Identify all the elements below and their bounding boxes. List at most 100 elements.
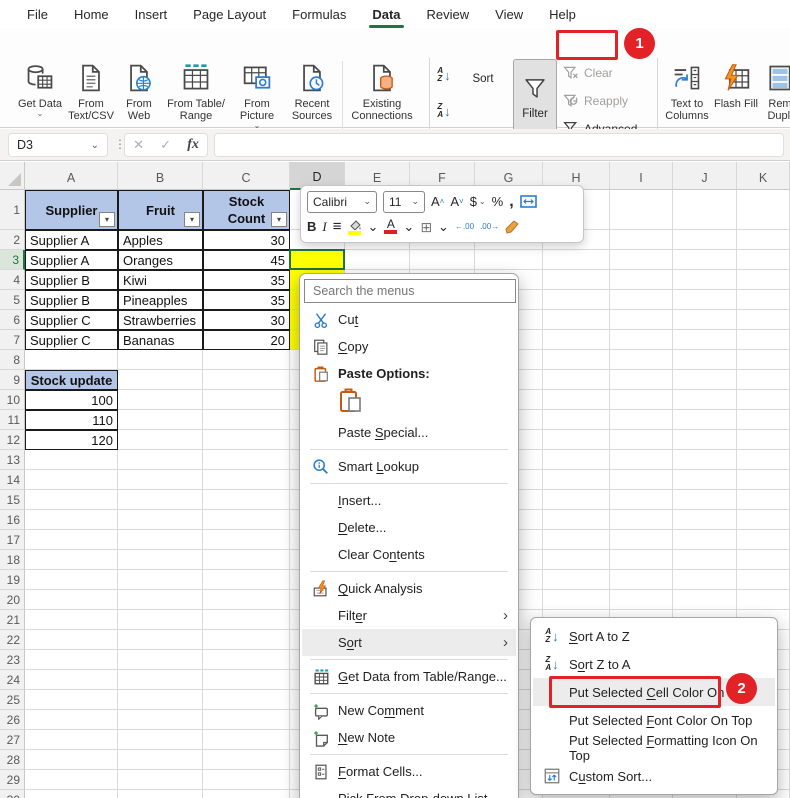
tab-page-layout[interactable]: Page Layout bbox=[180, 0, 279, 28]
cell-H4[interactable] bbox=[543, 270, 610, 290]
from-table-range-button[interactable]: From Table/ Range bbox=[162, 61, 230, 133]
cell-I20[interactable] bbox=[610, 590, 673, 610]
cell-K8[interactable] bbox=[737, 350, 790, 370]
cell-C4[interactable]: 35 bbox=[203, 270, 290, 290]
menu-item-sort[interactable]: Sort › bbox=[302, 629, 516, 656]
cell-J7[interactable] bbox=[673, 330, 737, 350]
cell-B19[interactable] bbox=[118, 570, 203, 590]
cell-C2[interactable]: 30 bbox=[203, 230, 290, 250]
cell-J18[interactable] bbox=[673, 550, 737, 570]
menu-item-delete[interactable]: Delete... bbox=[302, 514, 516, 541]
column-header-A[interactable]: A bbox=[25, 162, 118, 190]
cell-C29[interactable] bbox=[203, 770, 290, 790]
cell-K1[interactable] bbox=[737, 190, 790, 230]
cell-B29[interactable] bbox=[118, 770, 203, 790]
cell-J14[interactable] bbox=[673, 470, 737, 490]
menu-item-insert[interactable]: Insert... bbox=[302, 487, 516, 514]
percent-style-button[interactable]: % bbox=[492, 194, 504, 209]
cell-C21[interactable] bbox=[203, 610, 290, 630]
menu-item-new-comment[interactable]: New Comment bbox=[302, 697, 516, 724]
cell-H16[interactable] bbox=[543, 510, 610, 530]
row-header-13[interactable]: 13 bbox=[0, 450, 25, 470]
font-size-combo[interactable]: 11 ⌄ bbox=[383, 190, 425, 213]
column-header-K[interactable]: K bbox=[737, 162, 790, 190]
cell-H7[interactable] bbox=[543, 330, 610, 350]
row-header-27[interactable]: 27 bbox=[0, 730, 25, 750]
align-button[interactable]: ≡ bbox=[333, 219, 342, 234]
row-header-23[interactable]: 23 bbox=[0, 650, 25, 670]
row-header-9[interactable]: 9 bbox=[0, 370, 25, 390]
cell-H13[interactable] bbox=[543, 450, 610, 470]
format-painter-button[interactable] bbox=[505, 219, 520, 234]
cell-A5[interactable]: Supplier B bbox=[25, 290, 118, 310]
cell-J12[interactable] bbox=[673, 430, 737, 450]
shrink-font-button[interactable]: A ˅ bbox=[450, 194, 463, 209]
cell-K4[interactable] bbox=[737, 270, 790, 290]
cell-A25[interactable] bbox=[25, 690, 118, 710]
row-header-24[interactable]: 24 bbox=[0, 670, 25, 690]
cell-J8[interactable] bbox=[673, 350, 737, 370]
cell-C25[interactable] bbox=[203, 690, 290, 710]
cancel-icon[interactable]: ✕ bbox=[133, 137, 144, 153]
cell-C26[interactable] bbox=[203, 710, 290, 730]
cell-B18[interactable] bbox=[118, 550, 203, 570]
menu-item-copy[interactable]: Copy bbox=[302, 333, 516, 360]
cell-H3[interactable] bbox=[543, 250, 610, 270]
comma-style-button[interactable]: , bbox=[509, 193, 513, 209]
cell-B26[interactable] bbox=[118, 710, 203, 730]
cell-K13[interactable] bbox=[737, 450, 790, 470]
cell-J19[interactable] bbox=[673, 570, 737, 590]
row-header-17[interactable]: 17 bbox=[0, 530, 25, 550]
row-header-14[interactable]: 14 bbox=[0, 470, 25, 490]
cell-C27[interactable] bbox=[203, 730, 290, 750]
row-header-3[interactable]: 3 bbox=[0, 250, 25, 270]
row-header-21[interactable]: 21 bbox=[0, 610, 25, 630]
existing-connections-button[interactable]: Existing Connections bbox=[345, 61, 419, 133]
cell-I12[interactable] bbox=[610, 430, 673, 450]
cell-A30[interactable] bbox=[25, 790, 118, 798]
cell-I3[interactable] bbox=[610, 250, 673, 270]
cell-J10[interactable] bbox=[673, 390, 737, 410]
cell-I2[interactable] bbox=[610, 230, 673, 250]
row-header-18[interactable]: 18 bbox=[0, 550, 25, 570]
cell-A14[interactable] bbox=[25, 470, 118, 490]
row-header-30[interactable]: 30 bbox=[0, 790, 25, 798]
cell-A8[interactable] bbox=[25, 350, 118, 370]
rem-dupli-button[interactable]: Rem Dupli bbox=[758, 61, 790, 133]
menu-item-new-note[interactable]: New Note bbox=[302, 724, 516, 751]
cell-I4[interactable] bbox=[610, 270, 673, 290]
cell-A7[interactable]: Supplier C bbox=[25, 330, 118, 350]
cell-A15[interactable] bbox=[25, 490, 118, 510]
row-header-11[interactable]: 11 bbox=[0, 410, 25, 430]
column-header-C[interactable]: C bbox=[203, 162, 290, 190]
italic-button[interactable]: I bbox=[322, 219, 326, 234]
row-header-20[interactable]: 20 bbox=[0, 590, 25, 610]
tab-formulas[interactable]: Formulas bbox=[279, 0, 359, 28]
sort-a-to-z-button[interactable]: A Z ↓ bbox=[431, 62, 457, 88]
increase-decimal-button[interactable]: .00→ bbox=[480, 222, 499, 231]
row-header-6[interactable]: 6 bbox=[0, 310, 25, 330]
cell-C3[interactable]: 45 bbox=[203, 250, 290, 270]
cell-B5[interactable]: Pineapples bbox=[118, 290, 203, 310]
cell-J1[interactable] bbox=[673, 190, 737, 230]
sort-z-to-a-button[interactable]: Z A ↓ bbox=[431, 98, 457, 124]
cell-K12[interactable] bbox=[737, 430, 790, 450]
cell-J2[interactable] bbox=[673, 230, 737, 250]
cell-I19[interactable] bbox=[610, 570, 673, 590]
filter-button[interactable]: Filter bbox=[513, 59, 557, 136]
row-header-1[interactable]: 1 bbox=[0, 190, 25, 230]
cell-I5[interactable] bbox=[610, 290, 673, 310]
cell-B17[interactable] bbox=[118, 530, 203, 550]
cell-J13[interactable] bbox=[673, 450, 737, 470]
cell-C5[interactable]: 35 bbox=[203, 290, 290, 310]
cell-A6[interactable]: Supplier C bbox=[25, 310, 118, 330]
row-header-15[interactable]: 15 bbox=[0, 490, 25, 510]
cell-K19[interactable] bbox=[737, 570, 790, 590]
cell-J4[interactable] bbox=[673, 270, 737, 290]
enter-icon[interactable]: ✓ bbox=[160, 137, 171, 153]
cell-K2[interactable] bbox=[737, 230, 790, 250]
decrease-decimal-button[interactable]: ←.00 bbox=[455, 222, 474, 231]
cell-I8[interactable] bbox=[610, 350, 673, 370]
cell-K3[interactable] bbox=[737, 250, 790, 270]
submenu-item-sort-a-to-z[interactable]: A Z ↓ Sort A to Z bbox=[533, 622, 775, 650]
